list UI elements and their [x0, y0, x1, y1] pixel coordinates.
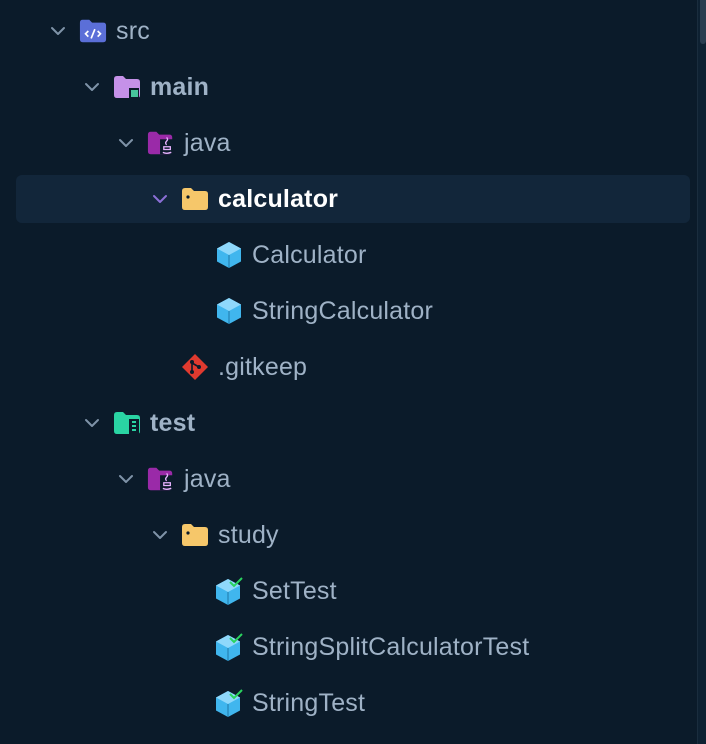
test-folder-icon [113, 409, 141, 437]
scrollbar-track[interactable] [697, 0, 706, 744]
tree-item-study[interactable]: study [16, 511, 690, 559]
java-folder-icon [147, 129, 175, 157]
tree-item-label: java [184, 464, 231, 493]
tree-item-label: main [150, 72, 210, 101]
test-class-icon [215, 689, 243, 717]
tree-item-calculator[interactable]: calculator [16, 175, 690, 223]
chevron-down-icon[interactable] [115, 132, 137, 154]
java-folder-icon [147, 465, 175, 493]
tree-item-test-java[interactable]: java [16, 455, 690, 503]
tree-item-calculator-class[interactable]: Calculator [16, 231, 690, 279]
main-folder-icon [113, 73, 141, 101]
package-folder-icon [181, 521, 209, 549]
tree-item-java[interactable]: java [16, 119, 690, 167]
chevron-down-icon[interactable] [149, 188, 171, 210]
tree-item-label: calculator [218, 184, 339, 213]
tree-item-label: java [184, 128, 231, 157]
tree-item-stringsplitcalculatortest[interactable]: StringSplitCalculatorTest [16, 623, 690, 671]
tree-item-stringtest[interactable]: StringTest [16, 679, 690, 727]
chevron-down-icon[interactable] [81, 76, 103, 98]
chevron-down-icon[interactable] [81, 412, 103, 434]
java-class-icon [215, 241, 243, 269]
tree-item-label: StringTest [252, 688, 366, 717]
tree-item-gitkeep[interactable]: .gitkeep [16, 343, 690, 391]
tree-item-label: SetTest [252, 576, 337, 605]
tree-item-main[interactable]: main [16, 63, 690, 111]
test-class-icon [215, 577, 243, 605]
tree-item-label: StringSplitCalculatorTest [252, 632, 530, 661]
tree-item-src[interactable]: src [16, 7, 690, 55]
tree-item-settest[interactable]: SetTest [16, 567, 690, 615]
chevron-down-icon[interactable] [47, 20, 69, 42]
java-class-icon [215, 297, 243, 325]
tree-item-label: .gitkeep [218, 352, 308, 381]
tree-item-test[interactable]: test [16, 399, 690, 447]
chevron-down-icon[interactable] [149, 524, 171, 546]
package-folder-icon [181, 185, 209, 213]
tree-item-label: src [116, 16, 150, 45]
tree-item-label: StringCalculator [252, 296, 434, 325]
test-class-icon [215, 633, 243, 661]
source-folder-icon [79, 17, 107, 45]
tree-item-label: test [150, 408, 196, 437]
tree-item-label: study [218, 520, 279, 549]
tree-item-stringcalculator[interactable]: StringCalculator [16, 287, 690, 335]
git-icon [181, 353, 209, 381]
tree-item-label: Calculator [252, 240, 367, 269]
chevron-down-icon[interactable] [115, 468, 137, 490]
scrollbar-thumb[interactable] [700, 0, 706, 44]
